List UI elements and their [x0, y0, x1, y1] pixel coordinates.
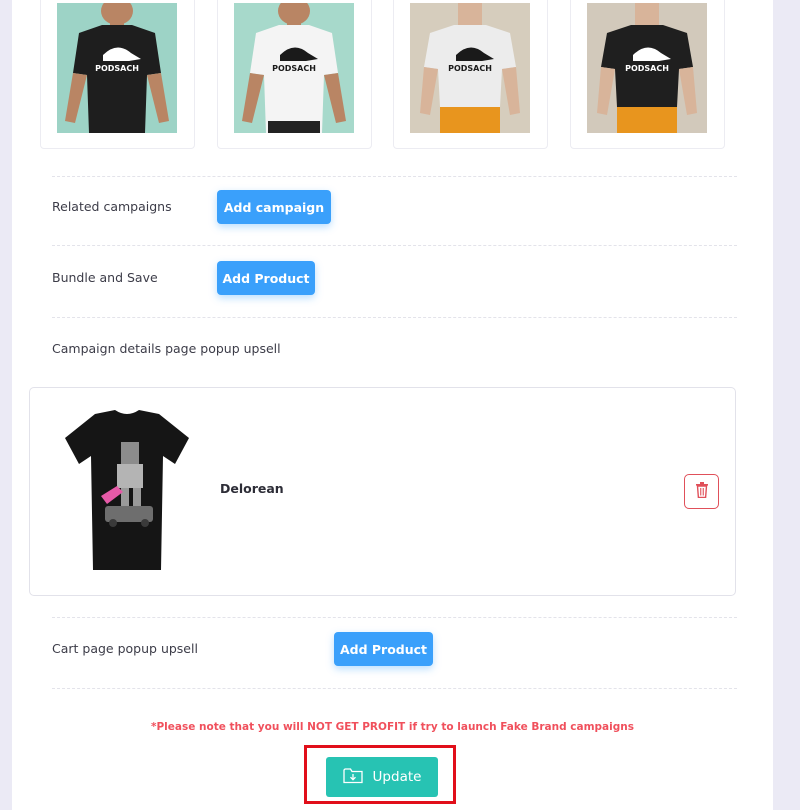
brand-print: PODSACH — [448, 64, 492, 73]
delete-upsell-button[interactable] — [684, 474, 719, 509]
update-button[interactable]: Update — [326, 757, 438, 797]
update-button-label: Update — [372, 769, 422, 785]
mockup-card[interactable]: PODSACH — [217, 0, 372, 149]
mockup-card[interactable]: PODSACH — [40, 0, 195, 149]
brand-print: PODSACH — [272, 64, 316, 73]
section-divider — [52, 245, 737, 246]
upsell-product-name: Delorean — [220, 481, 284, 496]
mockup-card[interactable]: PODSACH — [570, 0, 725, 149]
section-divider — [52, 317, 737, 318]
related-campaigns-label: Related campaigns — [52, 199, 172, 214]
mockup-card[interactable]: PODSACH — [393, 0, 548, 149]
mockup-image: PODSACH — [57, 3, 177, 133]
campaign-edit-panel: PODSACH PODSACH PODSACH PODSACH Related … — [12, 0, 773, 810]
mockup-image: PODSACH — [234, 3, 354, 133]
mockup-image: PODSACH — [587, 3, 707, 133]
section-divider — [52, 688, 737, 689]
add-cart-upsell-product-button[interactable]: Add Product — [334, 632, 433, 666]
mockup-gallery: PODSACH PODSACH PODSACH PODSACH — [12, 0, 773, 150]
trash-icon — [695, 481, 709, 502]
page-background-gutter — [773, 0, 800, 810]
add-campaign-button[interactable]: Add campaign — [217, 190, 331, 224]
folder-download-icon — [342, 767, 363, 788]
brand-print: PODSACH — [625, 64, 669, 73]
section-divider — [52, 176, 737, 177]
mockup-image: PODSACH — [410, 3, 530, 133]
section-divider — [52, 617, 737, 618]
fake-brand-warning: *Please note that you will NOT GET PROFI… — [151, 721, 634, 733]
cart-popup-upsell-label: Cart page popup upsell — [52, 641, 198, 656]
brand-print: PODSACH — [95, 64, 139, 73]
upsell-product-card: Delorean — [29, 387, 736, 596]
add-bundle-product-button[interactable]: Add Product — [217, 261, 315, 295]
upsell-product-image — [57, 408, 197, 574]
bundle-and-save-label: Bundle and Save — [52, 270, 158, 285]
campaign-popup-upsell-label: Campaign details page popup upsell — [52, 341, 281, 356]
